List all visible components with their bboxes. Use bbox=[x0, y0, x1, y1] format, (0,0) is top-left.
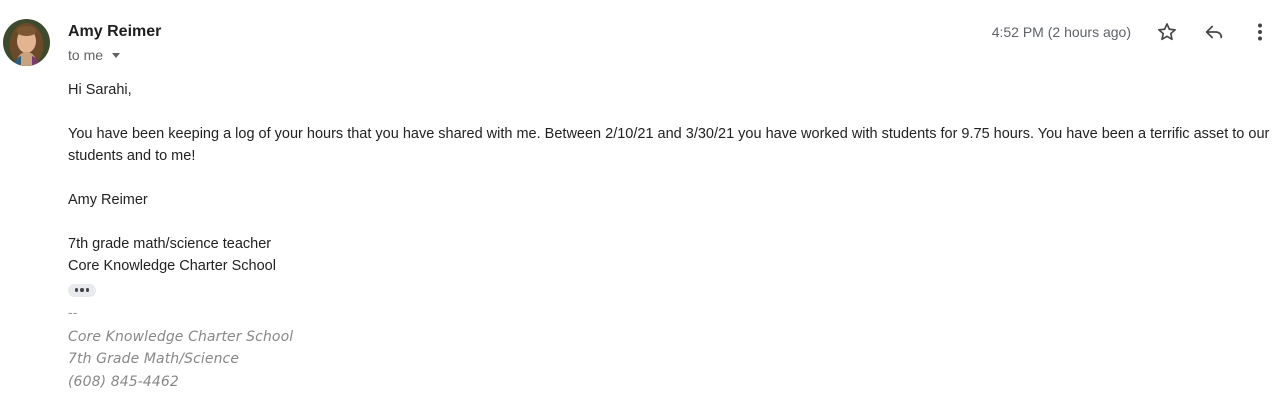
avatar[interactable] bbox=[3, 19, 50, 66]
star-icon bbox=[1158, 23, 1176, 41]
reply-icon bbox=[1205, 25, 1223, 39]
closing-name: Amy Reimer bbox=[68, 192, 148, 208]
sender-name: Amy Reimer bbox=[68, 23, 162, 40]
recipient-label: to me bbox=[68, 47, 104, 63]
ellipsis-dot bbox=[80, 288, 84, 292]
closing-title: 7th grade math/science teacher bbox=[68, 236, 272, 252]
recipient-details-toggle[interactable]: to me bbox=[68, 46, 121, 64]
show-trimmed-content-button[interactable] bbox=[68, 283, 96, 297]
star-button[interactable] bbox=[1153, 18, 1181, 46]
chevron-down-icon[interactable] bbox=[112, 52, 121, 58]
avatar-photo bbox=[3, 19, 50, 66]
greeting: Hi Sarahi, bbox=[68, 82, 132, 98]
signature-phone: (608) 845-4462 bbox=[68, 373, 179, 390]
signature-school: Core Knowledge Charter School bbox=[68, 328, 294, 345]
ellipsis-dot bbox=[74, 288, 79, 292]
signature-separator: -- bbox=[68, 306, 78, 321]
email-signature: -- Core Knowledge Charter School 7th Gra… bbox=[68, 303, 293, 393]
ellipsis-dot bbox=[85, 288, 90, 292]
closing-school: Core Knowledge Charter School bbox=[68, 258, 276, 274]
more-options-button[interactable] bbox=[1246, 18, 1274, 46]
message-body: Hi Sarahi, You have been keeping a log o… bbox=[68, 79, 1273, 299]
signature-department: 7th Grade Math/Science bbox=[68, 351, 240, 367]
more-vert-icon bbox=[1258, 23, 1262, 41]
reply-button[interactable] bbox=[1200, 18, 1228, 46]
message-paragraph: You have been keeping a log of your hour… bbox=[68, 126, 1270, 164]
message-timestamp: 4:52 PM (2 hours ago) bbox=[991, 24, 1131, 40]
